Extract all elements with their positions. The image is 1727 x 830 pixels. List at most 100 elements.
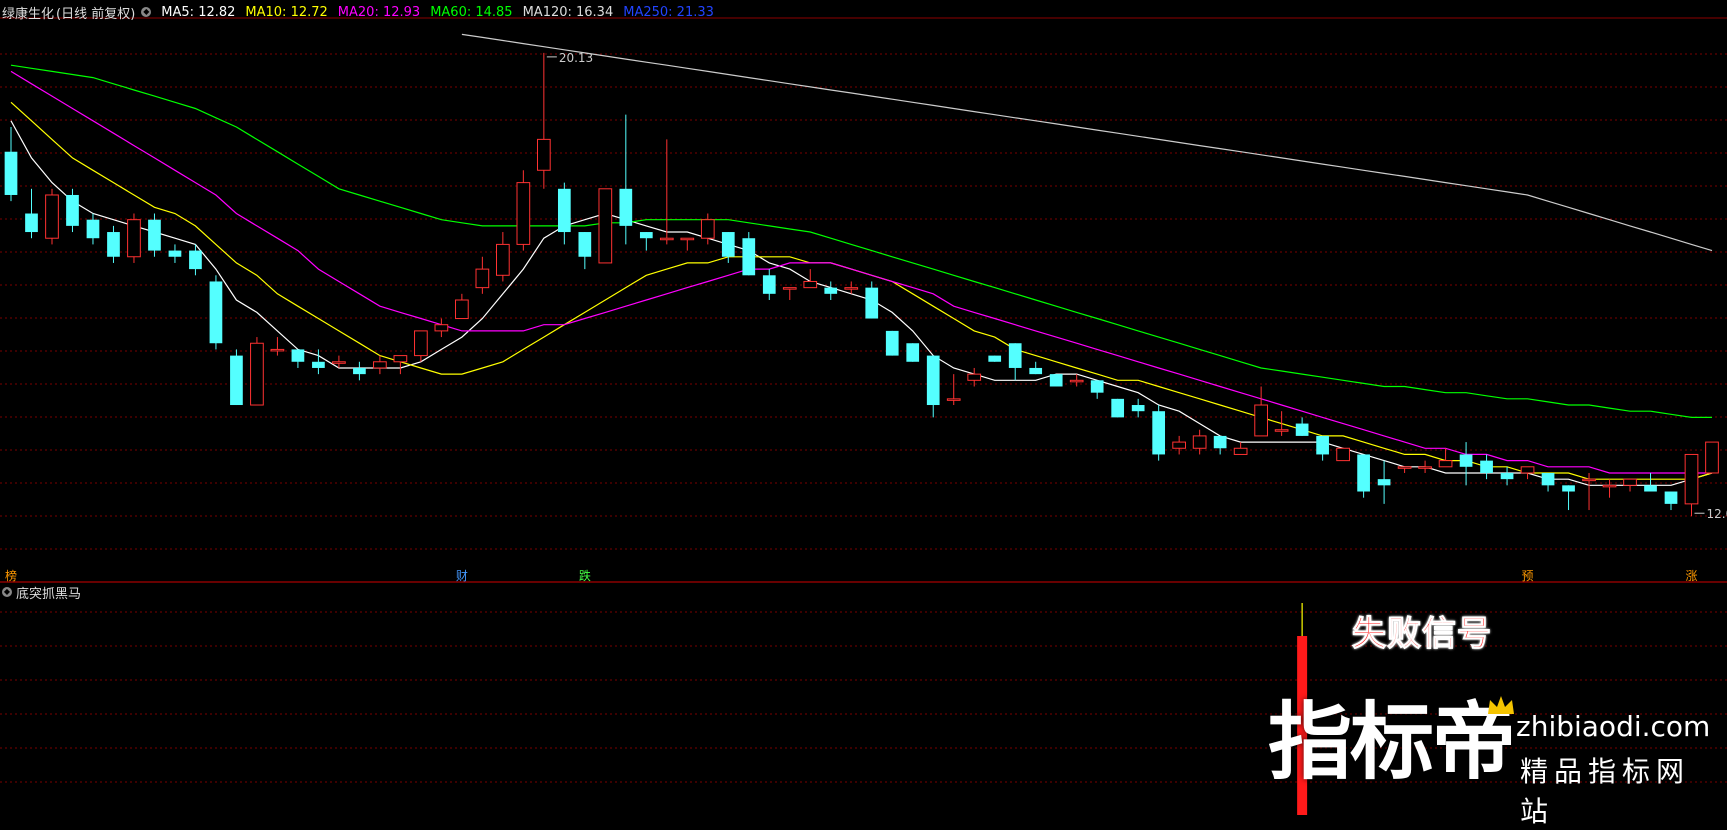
candle xyxy=(1172,435,1187,455)
candle xyxy=(1582,472,1596,511)
candle xyxy=(168,244,182,263)
ma-legend-item: MA20: 12.93 xyxy=(337,4,421,20)
candle-body xyxy=(946,398,961,401)
candle-body xyxy=(557,188,571,233)
candle-body xyxy=(1438,460,1453,468)
candle-body xyxy=(885,330,899,356)
candle xyxy=(1049,374,1063,387)
ma-legend-item: MA5: 12.82 xyxy=(161,4,236,20)
candle-body xyxy=(762,275,776,294)
candle xyxy=(926,355,940,418)
stock-name[interactable]: 绿康生化 xyxy=(2,3,54,22)
chart-header: 绿康生化 (日线 前复权) ◆ MA5: 12.82 MA10: 12.72 MA2… xyxy=(0,2,714,22)
candle xyxy=(4,127,18,202)
candle-body xyxy=(1582,478,1596,482)
candle-body xyxy=(393,355,408,363)
event-marker: 榜 xyxy=(5,568,17,583)
ma-line-ma5 xyxy=(10,120,1713,486)
candle xyxy=(353,361,366,381)
candle-body xyxy=(742,238,756,276)
candle xyxy=(782,287,797,300)
candle-body xyxy=(967,373,982,381)
settings-toggle-icon[interactable]: ◆ xyxy=(141,7,152,17)
ma-legend-item: MA10: 12.72 xyxy=(245,4,328,20)
candle xyxy=(1131,398,1145,418)
candle xyxy=(578,232,592,270)
candle xyxy=(536,52,551,189)
candle xyxy=(107,225,120,263)
candle-body xyxy=(1397,466,1412,469)
logo-text: 指标帝 xyxy=(1268,693,1516,791)
candle xyxy=(86,213,100,245)
candle-body xyxy=(1541,472,1555,486)
ma-line-ma20 xyxy=(10,70,1712,474)
candle xyxy=(1192,429,1207,455)
candle-body xyxy=(1377,479,1391,486)
candle-body xyxy=(844,287,859,290)
high-price-label: 20.13 xyxy=(559,51,593,65)
candle-body xyxy=(1562,485,1575,492)
candle-body xyxy=(1480,460,1493,473)
candle-body xyxy=(1131,405,1145,412)
candle-body xyxy=(782,287,797,290)
indicator-toggle-icon[interactable]: ◆ xyxy=(2,587,12,597)
candle-body xyxy=(1644,485,1657,492)
candle-body xyxy=(700,219,715,239)
bottom-event-markers: 榜财跌预涨 xyxy=(5,568,1698,583)
candle-body xyxy=(659,237,674,241)
candle-body xyxy=(680,237,695,241)
indicator-title[interactable]: 底突抓黑马 xyxy=(16,583,81,602)
candle-body xyxy=(250,342,264,406)
candle-body xyxy=(926,355,940,406)
candle-body xyxy=(516,182,531,245)
candle xyxy=(1295,417,1309,436)
candle xyxy=(434,318,449,338)
candle xyxy=(1541,472,1555,492)
logo-url: zhibiaodi.com xyxy=(1516,710,1711,743)
candle-body xyxy=(107,232,120,257)
candle-body xyxy=(1664,491,1678,504)
candle xyxy=(1111,398,1125,418)
candle-body xyxy=(270,348,285,352)
candle xyxy=(270,337,285,356)
candle xyxy=(824,281,838,300)
candle xyxy=(1480,454,1493,480)
candle-body xyxy=(1336,447,1350,462)
candle xyxy=(475,256,490,294)
candle-body xyxy=(1233,447,1248,455)
candle-body xyxy=(1459,454,1473,467)
candle xyxy=(1090,380,1104,399)
candle xyxy=(230,349,243,406)
candle xyxy=(1644,472,1657,492)
candle xyxy=(598,188,613,264)
candle xyxy=(1684,453,1699,517)
candle-body xyxy=(434,324,449,332)
ma-legend-item: MA250: 21.33 xyxy=(623,4,714,20)
candle-body xyxy=(1357,454,1370,492)
candle xyxy=(455,293,469,320)
event-marker: 财 xyxy=(456,569,468,583)
candle-body xyxy=(353,367,366,375)
candle-body xyxy=(1049,374,1063,387)
candle xyxy=(373,355,387,375)
candle-body xyxy=(1008,343,1022,368)
candle xyxy=(1520,466,1535,480)
candle xyxy=(1336,447,1350,462)
candle-body xyxy=(1500,472,1514,480)
candle-body xyxy=(906,343,920,362)
fail-signal-label: 失败信号 xyxy=(1352,614,1492,655)
candle-body xyxy=(1602,484,1617,488)
candle xyxy=(291,349,305,368)
crown-icon xyxy=(1488,696,1514,714)
indicator-header: ◆ 底突抓黑马 xyxy=(0,583,81,602)
candle-body xyxy=(168,250,182,257)
candle-body xyxy=(230,355,243,406)
candle-body xyxy=(1705,441,1719,474)
candle-body xyxy=(25,213,38,233)
candle-body xyxy=(1274,429,1289,432)
candle-body xyxy=(1172,441,1187,449)
candle xyxy=(1213,435,1227,455)
candle xyxy=(250,337,264,406)
candle-body xyxy=(639,232,653,239)
candle xyxy=(557,182,571,245)
